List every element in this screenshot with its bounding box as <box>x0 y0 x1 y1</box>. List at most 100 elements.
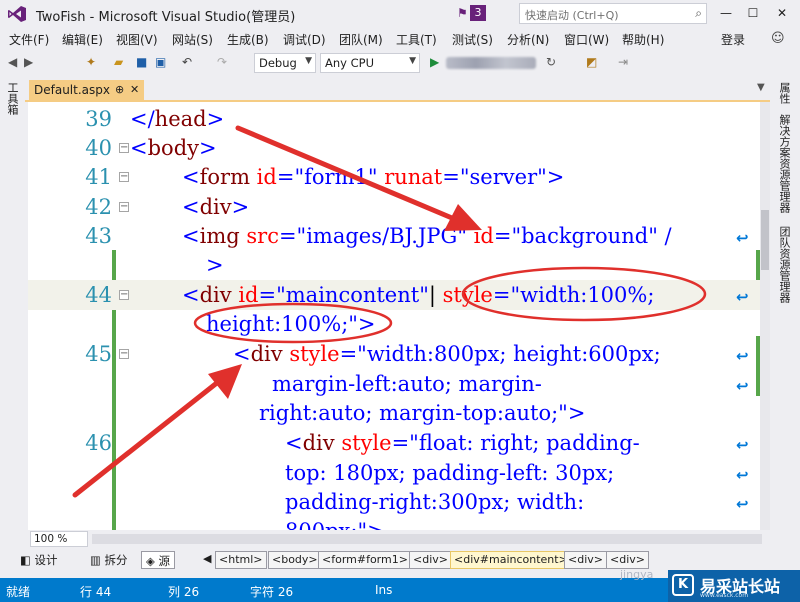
menu-test[interactable]: 测试(S) <box>452 31 493 48</box>
save-icon[interactable]: ■ <box>136 55 147 69</box>
redo-icon[interactable]: ↷ <box>217 55 227 69</box>
quick-launch-input[interactable]: 快速启动 (Ctrl+Q) ⌕ <box>519 3 707 24</box>
collapse-icon[interactable]: − <box>119 349 129 359</box>
properties-tab[interactable]: 属性 <box>778 82 792 104</box>
code-line-continuation[interactable]: margin-left:auto; margin- ↩ <box>28 369 770 399</box>
zoom-select[interactable]: 100 % <box>30 531 88 547</box>
code-text: <div id="maincontent"| style="width:100%… <box>182 283 655 307</box>
code-line[interactable]: 39 </head> <box>28 104 770 134</box>
code-text: <img src="images/BJ.JPG" id="background"… <box>182 224 672 248</box>
maximize-button[interactable]: ☐ <box>741 3 765 23</box>
solution-configuration-select[interactable]: Debug ▼ <box>254 53 316 73</box>
collapse-icon[interactable]: − <box>119 290 129 300</box>
code-line-continuation[interactable]: > <box>28 250 770 280</box>
menu-view[interactable]: 视图(V) <box>116 31 158 48</box>
breadcrumb-html[interactable]: <html> <box>215 551 267 569</box>
code-text: height:100%;"> <box>206 312 376 336</box>
design-label: 设计 <box>34 553 58 567</box>
refresh-icon[interactable]: ↻ <box>546 55 556 69</box>
browser-link-icon[interactable]: ◩ <box>586 55 597 69</box>
menu-analyze[interactable]: 分析(N) <box>507 31 549 48</box>
line-number: 45 <box>85 342 112 366</box>
code-line-current[interactable]: 44 − <div id="maincontent"| style="width… <box>28 280 770 310</box>
code-line-continuation[interactable]: right:auto; margin-top:auto;"> <box>28 398 770 428</box>
source-label: 源 <box>158 554 171 568</box>
team-explorer-tab[interactable]: 团队资源管理器 <box>778 226 792 303</box>
pin-icon[interactable]: ⊕ <box>115 83 124 96</box>
code-line-continuation[interactable]: 800px;"> <box>28 516 770 530</box>
tab-label: Default.aspx <box>34 83 110 97</box>
menu-edit[interactable]: 编辑(E) <box>62 31 103 48</box>
watermark-url: www.easck.com <box>700 592 749 599</box>
tab-default-aspx[interactable]: Default.aspx ⊕ ✕ <box>29 80 144 102</box>
collapse-icon[interactable]: − <box>119 143 129 153</box>
undo-icon[interactable]: ↶ <box>182 55 192 69</box>
word-wrap-icon: ↩ <box>736 466 749 484</box>
back-icon[interactable]: ◀ <box>8 55 17 69</box>
collapse-icon[interactable]: − <box>119 172 129 182</box>
code-editor[interactable]: 39 </head> 40 − <body> 41 − <form id="fo… <box>28 102 770 530</box>
minimize-button[interactable]: — <box>714 3 738 23</box>
breadcrumb-scroll-left-icon[interactable]: ◀ <box>200 551 214 569</box>
source-view-button[interactable]: ◈ 源 <box>141 551 176 569</box>
word-wrap-icon: ↩ <box>736 495 749 513</box>
code-text: <form id="form1" runat="server"> <box>182 165 565 189</box>
scrollbar-thumb[interactable] <box>761 210 769 270</box>
breadcrumb-body[interactable]: <body> <box>268 551 322 569</box>
design-view-button[interactable]: ◧ 设计 <box>16 551 62 569</box>
vertical-scrollbar[interactable] <box>760 102 770 530</box>
code-line[interactable]: 46 <div style="float: right; padding- ↩ <box>28 428 770 458</box>
forward-icon[interactable]: ▶ <box>24 55 33 69</box>
menu-website[interactable]: 网站(S) <box>172 31 213 48</box>
code-line[interactable]: 43 <img src="images/BJ.JPG" id="backgrou… <box>28 221 770 251</box>
menu-build[interactable]: 生成(B) <box>227 31 269 48</box>
breadcrumb-div-maincontent[interactable]: <div#maincontent> <box>450 551 572 569</box>
menu-tools[interactable]: 工具(T) <box>396 31 437 48</box>
notification-flag-icon[interactable]: ⚑ <box>457 6 468 20</box>
code-line[interactable]: 45 − <div style="width:800px; height:600… <box>28 339 770 369</box>
code-line-continuation[interactable]: padding-right:300px; width: ↩ <box>28 487 770 517</box>
login-link[interactable]: 登录 <box>721 31 745 48</box>
solution-platform-select[interactable]: Any CPU ▼ <box>320 53 420 73</box>
breadcrumb-form[interactable]: <form#form1> <box>318 551 412 569</box>
tab-overflow-dropdown-icon[interactable]: ▼ <box>757 82 765 93</box>
code-text: <div style="width:800px; height:600px; <box>233 342 661 366</box>
split-label: 拆分 <box>104 553 128 567</box>
search-icon: ⌕ <box>695 6 702 20</box>
code-line[interactable]: 41 − <form id="form1" runat="server"> <box>28 162 770 192</box>
code-line-continuation[interactable]: height:100%;"> <box>28 309 770 339</box>
open-file-icon[interactable]: ▰ <box>114 55 123 69</box>
code-text: <body> <box>130 136 217 160</box>
menu-file[interactable]: 文件(F) <box>9 31 49 48</box>
word-wrap-icon: ↩ <box>736 288 749 306</box>
code-line[interactable]: 42 − <div> <box>28 192 770 222</box>
split-view-button[interactable]: ▥ 拆分 <box>86 551 132 569</box>
site-watermark: K 易采站长站 www.easck.com <box>668 570 800 602</box>
line-number: 41 <box>85 165 112 189</box>
menu-window[interactable]: 窗口(W) <box>564 31 609 48</box>
solution-explorer-tab[interactable]: 解决方案资源管理器 <box>778 114 792 213</box>
step-icon[interactable]: ⇥ <box>618 55 628 69</box>
menu-debug[interactable]: 调试(D) <box>283 31 326 48</box>
menu-team[interactable]: 团队(M) <box>339 31 383 48</box>
horizontal-scrollbar[interactable] <box>92 534 762 544</box>
notification-count-badge[interactable]: 3 <box>470 5 486 21</box>
code-line[interactable]: 40 − <body> <box>28 133 770 163</box>
collapse-icon[interactable]: − <box>119 202 129 212</box>
breadcrumb-div[interactable]: <div> <box>606 551 649 569</box>
code-text: > <box>206 253 224 277</box>
split-icon: ▥ <box>90 553 101 567</box>
feedback-icon[interactable]: ☺ <box>771 31 785 46</box>
breadcrumb-div[interactable]: <div> <box>564 551 607 569</box>
word-wrap-icon: ↩ <box>736 229 749 247</box>
save-all-icon[interactable]: ▣ <box>155 55 166 69</box>
code-line-continuation[interactable]: top: 180px; padding-left: 30px; ↩ <box>28 458 770 488</box>
new-project-icon[interactable]: ✦ <box>86 55 96 69</box>
toolbox-tab[interactable]: 工具箱 <box>6 82 19 115</box>
close-tab-icon[interactable]: ✕ <box>130 83 139 96</box>
close-button[interactable]: ✕ <box>770 3 794 23</box>
browser-target-blurred[interactable] <box>446 57 536 69</box>
start-debugging-icon[interactable]: ▶ <box>430 55 439 69</box>
menu-help[interactable]: 帮助(H) <box>622 31 664 48</box>
breadcrumb-div[interactable]: <div> <box>409 551 452 569</box>
